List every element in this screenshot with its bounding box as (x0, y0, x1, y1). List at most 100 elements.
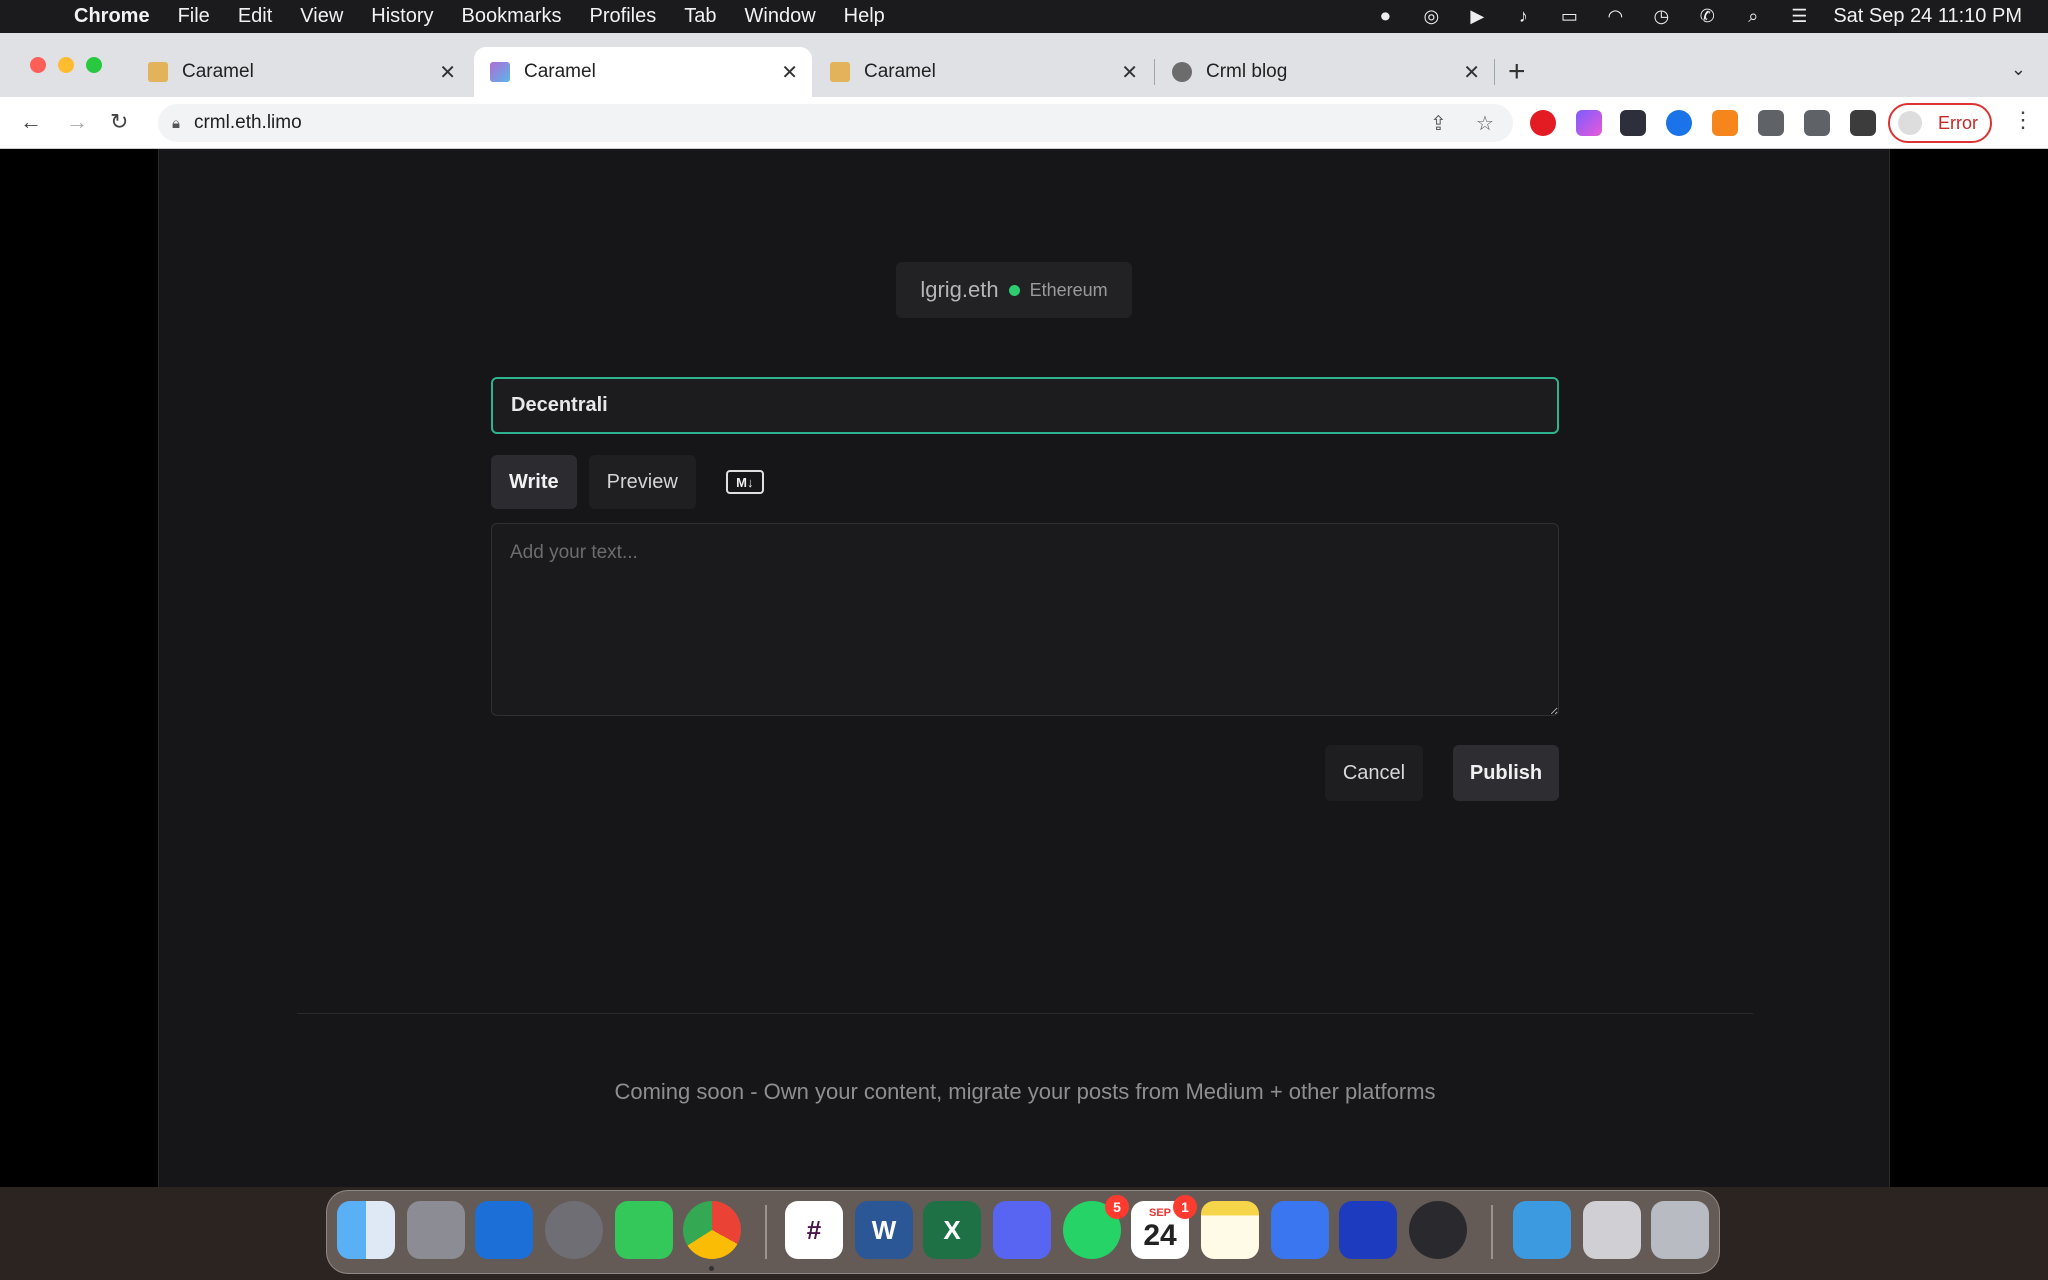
back-arrow-icon[interactable]: ← (20, 109, 42, 135)
messages-icon[interactable] (615, 1201, 673, 1259)
metamask-fox-icon[interactable] (1712, 110, 1738, 136)
network-name: Ethereum (1029, 279, 1108, 300)
discord-icon[interactable] (993, 1201, 1051, 1259)
minimize-window-icon[interactable] (58, 57, 74, 73)
airpods-icon[interactable]: ♪ (1511, 5, 1535, 29)
launchpad-icon[interactable] (407, 1201, 465, 1259)
close-tab-icon[interactable]: ✕ (781, 60, 798, 85)
profile-error-button[interactable]: Error (1888, 103, 1992, 143)
tab-write[interactable]: Write (491, 455, 577, 509)
address-url[interactable]: crml.eth.limo (194, 112, 302, 134)
address-bar[interactable]: 🔒︎ crml.eth.limo ⇪ ☆ (158, 104, 1513, 142)
browser-tab-3[interactable]: Caramel ✕ (814, 47, 1152, 97)
close-window-icon[interactable] (30, 57, 46, 73)
extensions-puzzle-icon[interactable] (1758, 110, 1784, 136)
caramel-favicon-icon (148, 62, 168, 82)
slack-icon[interactable]: # (785, 1201, 843, 1259)
browser-tab-4[interactable]: Crml blog ✕ (1156, 47, 1494, 97)
screen-record-icon[interactable]: ⏺ (1373, 5, 1397, 29)
spark-mail-icon[interactable] (475, 1201, 533, 1259)
bookmark-star-icon[interactable]: ☆ (1476, 111, 1494, 136)
notes-icon[interactable] (1201, 1201, 1259, 1259)
battery-icon[interactable]: ▭ (1557, 5, 1581, 29)
editor-mode-tabs: Write Preview M↓ (491, 455, 764, 509)
macos-dock: # W X 5 SEP 24 1 (326, 1190, 1720, 1274)
wifi-icon[interactable]: ◠ (1603, 5, 1627, 29)
menu-help[interactable]: Help (844, 5, 885, 28)
word-icon[interactable]: W (855, 1201, 913, 1259)
control-center-icon[interactable]: ☰ (1787, 5, 1811, 29)
markdown-icon[interactable]: M↓ (725, 470, 764, 494)
media-queue-icon[interactable] (1804, 110, 1830, 136)
tab-title: Crml blog (1206, 61, 1288, 82)
close-tab-icon[interactable]: ✕ (1463, 60, 1480, 85)
dock-separator (1491, 1205, 1493, 1259)
macos-menubar: Chrome File Edit View History Bookmarks … (0, 0, 2048, 33)
footer-divider (297, 1013, 1753, 1014)
circle-extension-icon[interactable] (1666, 110, 1692, 136)
tab-separator (1494, 59, 1495, 85)
whatsapp-notification-badge: 5 (1105, 1195, 1129, 1219)
side-panel-icon[interactable] (1850, 110, 1876, 136)
avatar (1898, 111, 1922, 135)
password-extension-icon[interactable] (1620, 110, 1646, 136)
menu-profiles[interactable]: Profiles (590, 5, 657, 28)
tab-search-chevron-icon[interactable]: ⌄ (2011, 59, 2026, 80)
trash-icon[interactable] (1651, 1201, 1709, 1259)
lock-icon[interactable]: 🔒︎ (172, 115, 180, 132)
reload-icon[interactable]: ↻ (110, 109, 128, 135)
browser-tab-2-active[interactable]: Caramel ✕ (474, 47, 812, 97)
menu-edit[interactable]: Edit (238, 5, 272, 28)
close-tab-icon[interactable]: ✕ (439, 60, 456, 85)
window-controls (30, 57, 102, 73)
time-machine-icon[interactable]: ◷ (1649, 5, 1673, 29)
proton-vpn-icon[interactable] (1339, 1201, 1397, 1259)
chrome-menu-kebab-icon[interactable]: ⋮ (2012, 107, 2034, 133)
account-name: lgrig.eth (920, 277, 999, 302)
chrome-window: Caramel ✕ Caramel ✕ Caramel ✕ Crml blog … (0, 33, 2048, 1187)
menu-file[interactable]: File (178, 5, 210, 28)
forward-arrow-icon[interactable]: → (66, 109, 88, 135)
spotlight-search-icon[interactable]: ⌕ (1741, 5, 1765, 29)
post-title-input[interactable] (491, 377, 1559, 434)
file-icon[interactable] (1583, 1201, 1641, 1259)
status-icons: ⏺ ◎ ▶ ♪ ▭ ◠ ◷ ✆ ⌕ ☰ Sat Sep 24 11:10 PM (1373, 0, 2022, 33)
play-icon[interactable]: ▶ (1465, 5, 1489, 29)
close-tab-icon[interactable]: ✕ (1121, 60, 1138, 85)
signal-icon[interactable] (1271, 1201, 1329, 1259)
finder-icon[interactable] (337, 1201, 395, 1259)
zoom-window-icon[interactable] (86, 57, 102, 73)
caramel-favicon-icon (830, 62, 850, 82)
quicktime-icon[interactable] (1409, 1201, 1467, 1259)
focus-icon[interactable]: ◎ (1419, 5, 1443, 29)
menu-history[interactable]: History (371, 5, 433, 28)
adblock-extension-icon[interactable] (1530, 110, 1556, 136)
pen-extension-icon[interactable] (1576, 110, 1602, 136)
menu-app-chrome[interactable]: Chrome (74, 5, 150, 28)
web-viewport: lgrig.eth Ethereum Write Preview M↓ Canc… (0, 149, 2048, 1187)
browser-tab-1[interactable]: Caramel ✕ (132, 47, 470, 97)
publish-button[interactable]: Publish (1453, 745, 1559, 801)
menu-bookmarks[interactable]: Bookmarks (462, 5, 562, 28)
chrome-icon[interactable] (683, 1201, 741, 1271)
menu-tab[interactable]: Tab (684, 5, 716, 28)
menu-view[interactable]: View (300, 5, 343, 28)
running-indicator (709, 1266, 714, 1271)
menu-window[interactable]: Window (745, 5, 816, 28)
downloads-folder-icon[interactable] (1513, 1201, 1571, 1259)
cancel-button[interactable]: Cancel (1325, 745, 1423, 801)
post-body-textarea[interactable] (491, 523, 1559, 716)
footer-coming-soon-text: Coming soon - Own your content, migrate … (614, 1079, 1436, 1104)
browser-toolbar: ← → ↻ 🔒︎ crml.eth.limo ⇪ ☆ Error ⋮ (0, 97, 2048, 149)
phone-icon[interactable]: ✆ (1695, 5, 1719, 29)
new-tab-plus-icon[interactable]: + (1508, 55, 1526, 89)
tab-preview[interactable]: Preview (588, 455, 696, 509)
profile-error-label: Error (1938, 112, 1978, 133)
share-icon[interactable]: ⇪ (1430, 111, 1447, 136)
calendar-icon[interactable]: SEP 24 1 (1131, 1195, 1197, 1259)
account-badge[interactable]: lgrig.eth Ethereum (896, 262, 1132, 318)
excel-icon[interactable]: X (923, 1201, 981, 1259)
menubar-clock[interactable]: Sat Sep 24 11:10 PM (1833, 5, 2022, 28)
system-settings-gear-icon[interactable] (545, 1201, 603, 1259)
whatsapp-icon[interactable]: 5 (1063, 1195, 1129, 1259)
